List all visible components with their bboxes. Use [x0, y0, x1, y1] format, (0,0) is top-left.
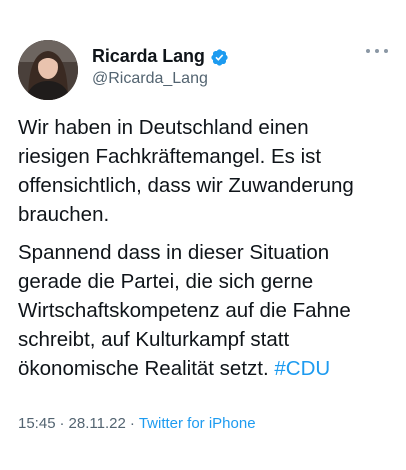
text-line: Spannend dass in dieser Situation [18, 241, 330, 264]
meta-separator: · [59, 415, 65, 432]
text-line-with-hashtag: ökonomische Realität setzt. #CDU [18, 354, 390, 383]
meta-separator: · [129, 415, 135, 432]
text-line: Wir haben in Deutschland einen [18, 116, 309, 139]
text-line: gerade die Partei, die sich gerne [18, 270, 314, 293]
text-line: offensichtlich, dass wir Zuwanderung [18, 174, 354, 197]
verified-badge-icon [210, 48, 229, 67]
display-name[interactable]: Ricarda Lang [92, 46, 205, 67]
author-handle[interactable]: @Ricarda_Lang [92, 70, 208, 88]
text-segment: ökonomische Realität setzt. [18, 357, 269, 380]
more-options-icon[interactable] [366, 44, 388, 58]
tweet-metadata: 15:45 · 28.11.22 · Twitter for iPhone [18, 415, 256, 432]
text-line: riesigen Fachkräftemangel. Es ist [18, 145, 322, 168]
tweet-date[interactable]: 28.11.22 [69, 415, 126, 432]
avatar[interactable] [18, 40, 78, 100]
text-line: Wirtschaftskompetenz auf die Fahne [18, 299, 351, 322]
author-name-row: Ricarda Lang [92, 46, 229, 67]
tweet-source-link[interactable]: Twitter for iPhone [139, 415, 256, 432]
hashtag-link[interactable]: #CDU [274, 357, 330, 380]
tweet-paragraph-1: Wir haben in Deutschland einen riesigen … [18, 113, 390, 229]
tweet-card: Ricarda Lang @Ricarda_Lang Wir haben in … [0, 0, 406, 470]
tweet-time[interactable]: 15:45 [18, 415, 56, 432]
text-line: schreibt, auf Kulturkampf statt [18, 328, 290, 351]
tweet-paragraph-2: Spannend dass in dieser Situation gerade… [18, 238, 390, 383]
text-line: brauchen. [18, 203, 110, 226]
